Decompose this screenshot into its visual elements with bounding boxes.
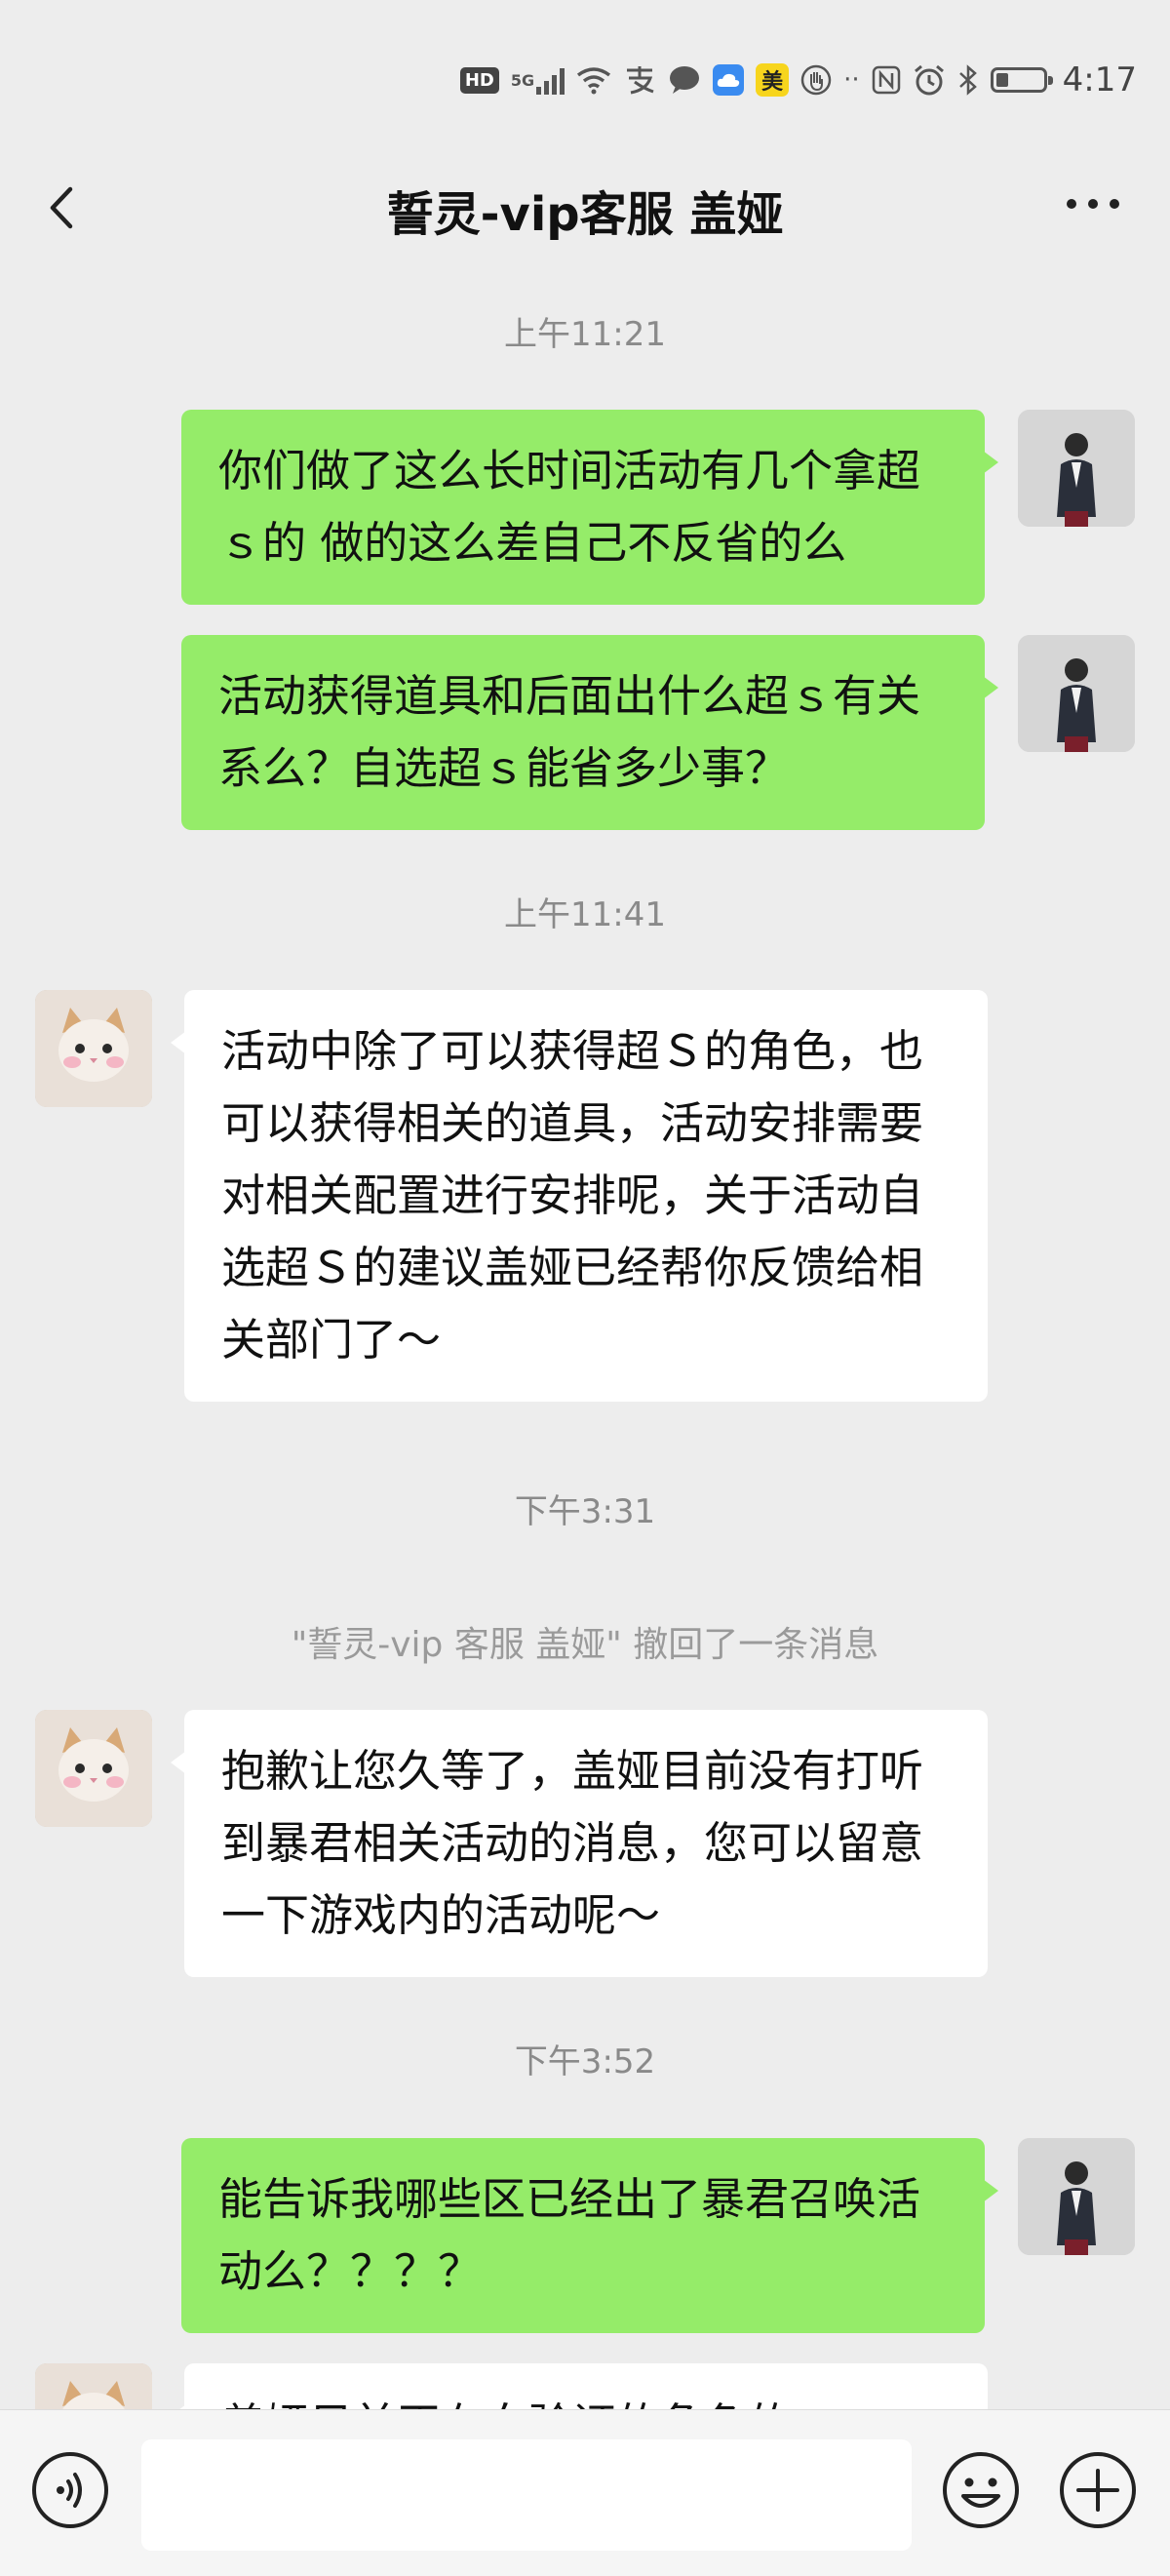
status-icons: HD 5G 美 ·· 4:17 <box>459 60 1137 99</box>
wifi-icon <box>577 67 611 95</box>
alipay-icon <box>627 66 654 95</box>
chat-title: 誓灵-vip客服 盖娅 <box>386 187 784 242</box>
cat-avatar[interactable] <box>35 2363 152 2409</box>
status-time: 4:17 <box>1062 60 1137 99</box>
cat-avatar[interactable] <box>35 990 152 1107</box>
outgoing-message-bubble[interactable]: 你们做了这么长时间活动有几个拿超ｓ的 做的这么差自己不反省的么 <box>181 410 998 605</box>
battery-icon <box>990 67 1053 93</box>
chat-messages[interactable]: 上午11:21 你们做了这么长时间活动有几个拿超ｓ的 做的这么差自己不反省的么 … <box>0 273 1170 2409</box>
chat-header: 誓灵-vip客服 盖娅 <box>0 146 1170 271</box>
cat-avatar[interactable] <box>35 1710 152 1827</box>
recall-notice: "誓灵-vip 客服 盖娅" 撤回了一条消息 <box>291 1625 879 1665</box>
hd-icon: HD <box>459 66 499 94</box>
user-avatar[interactable] <box>1018 410 1135 527</box>
voice-icon[interactable] <box>29 2449 111 2531</box>
message-timestamp: 上午11:41 <box>504 895 666 934</box>
cloud-app-icon <box>713 64 745 96</box>
dots-icon: ·· <box>843 65 860 95</box>
user-avatar[interactable] <box>1018 2138 1135 2255</box>
incoming-message-bubble[interactable]: 活动中除了可以获得超Ｓ的角色，也可以获得相关的道具，活动安排需要对相关配置进行安… <box>171 990 988 1402</box>
network-type-label: 5G <box>510 70 535 90</box>
outgoing-message-bubble[interactable]: 活动获得道具和后面出什么超ｓ有关系么？自选超ｓ能省多少事？ <box>181 635 998 830</box>
outgoing-message-bubble[interactable]: 能告诉我哪些区已经出了暴君召唤活动么？？？？ <box>181 2138 998 2333</box>
message-timestamp: 下午3:31 <box>514 1492 656 1531</box>
status-bar: HD 5G 美 ·· 4:17 <box>0 0 1170 166</box>
message-input[interactable] <box>141 2439 912 2551</box>
hand-icon <box>800 64 832 96</box>
user-avatar[interactable] <box>1018 635 1135 752</box>
message-timestamp: 下午3:52 <box>514 2042 656 2081</box>
signal-5g-icon: 5G <box>510 65 566 95</box>
plus-icon[interactable] <box>1057 2449 1139 2531</box>
nfc-icon <box>872 65 900 95</box>
bluetooth-icon <box>958 64 977 96</box>
meituan-icon: 美 <box>756 63 790 97</box>
input-bar <box>0 2409 1170 2576</box>
incoming-message-bubble[interactable]: 盖娅目前正在向验证的角色的 <box>171 2363 988 2409</box>
emoji-icon[interactable] <box>940 2449 1022 2531</box>
alarm-icon <box>914 64 944 96</box>
incoming-message-bubble[interactable]: 抱歉让您久等了，盖娅目前没有打听到暴君相关活动的消息，您可以留意一下游戏内的活动… <box>171 1710 988 1977</box>
message-timestamp: 上午11:21 <box>504 315 666 354</box>
message-icon <box>670 66 700 94</box>
more-dots-icon[interactable] <box>1067 199 1119 209</box>
